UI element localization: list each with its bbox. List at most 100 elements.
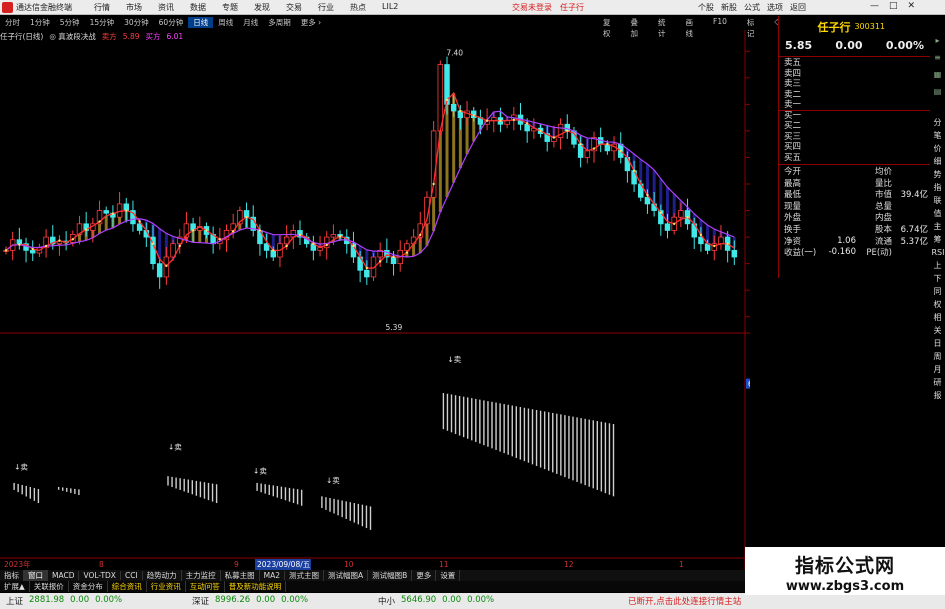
connection-status[interactable]: 已断开,点击此处连接行情主站 bbox=[628, 595, 741, 607]
ext-tab-3[interactable]: 综合资讯 bbox=[108, 581, 147, 592]
menu-news[interactable]: 资讯 bbox=[150, 2, 182, 13]
menu-l2[interactable]: LIL2 bbox=[374, 2, 406, 13]
trade-login-status[interactable]: 交易未登录 任子行 bbox=[512, 2, 584, 13]
menu-discover[interactable]: 发现 bbox=[246, 2, 278, 13]
signal-dot bbox=[205, 229, 208, 232]
indicator-tab-3[interactable]: VOL-TDX bbox=[79, 571, 121, 580]
side-list-icon[interactable]: ≡ bbox=[934, 53, 941, 62]
period-more[interactable]: 更多 › bbox=[296, 17, 326, 28]
buy-value: 6.01 bbox=[166, 31, 184, 41]
vtab-6[interactable]: 联 bbox=[932, 196, 944, 206]
vtab-19[interactable]: 月 bbox=[932, 365, 944, 375]
index-smallcap[interactable]: 中小 5646.90 0.00 0.00% bbox=[378, 595, 608, 607]
indicator-tab-13[interactable]: 设置 bbox=[436, 570, 461, 581]
close-icon[interactable]: ✕ bbox=[908, 1, 916, 11]
indicator-tab-8[interactable]: MA2 bbox=[260, 571, 286, 580]
stat-value: 6.74亿 bbox=[900, 224, 928, 235]
kline-chart[interactable]: 7.405.39 ↓卖↓卖↓卖↓卖↓卖 7.407.207.006.806.60… bbox=[0, 30, 750, 575]
menu-hot[interactable]: 热点 bbox=[342, 2, 374, 13]
vtab-21[interactable]: 报 bbox=[932, 391, 944, 401]
indicator-tab-12[interactable]: 更多 bbox=[412, 570, 437, 581]
link-back[interactable]: 返回 bbox=[790, 2, 806, 13]
indicator-tab-5[interactable]: 趋势动力 bbox=[143, 570, 182, 581]
menu-quotes[interactable]: 行情 bbox=[86, 2, 118, 13]
candle-body bbox=[156, 263, 163, 278]
indicator-name[interactable]: ◎ 真波段决战 bbox=[49, 31, 95, 42]
signal-dot bbox=[405, 251, 409, 254]
vtab-0[interactable]: 分 bbox=[932, 118, 944, 128]
ext-tab-4[interactable]: 行业资讯 bbox=[147, 581, 186, 592]
signal-dot bbox=[298, 233, 302, 237]
index-pct: 0.00% bbox=[95, 595, 123, 605]
link-newstock[interactable]: 新股 bbox=[721, 2, 737, 13]
vtab-3[interactable]: 细 bbox=[932, 157, 944, 167]
vtab-2[interactable]: 价 bbox=[932, 144, 944, 154]
vtab-13[interactable]: 同 bbox=[932, 287, 944, 297]
indicator-tab-6[interactable]: 主力监控 bbox=[182, 570, 221, 581]
menu-trade[interactable]: 交易 bbox=[278, 2, 310, 13]
x-tick-label: 10 bbox=[344, 560, 354, 569]
indicator-tab-2[interactable]: MACD bbox=[48, 571, 80, 580]
vtab-9[interactable]: 筹 bbox=[932, 235, 944, 245]
index-shenzhen[interactable]: 深证 8996.26 0.00 0.00% bbox=[192, 595, 372, 607]
period-toolbar: 分时 1分钟 5分钟 15分钟 30分钟 60分钟 日线 周线 月线 多周期 更… bbox=[0, 16, 806, 38]
ext-tab-6[interactable]: 普及新功能说明 bbox=[225, 581, 287, 592]
side-grid-icon[interactable]: ▦ bbox=[934, 70, 942, 79]
indicator-tab-0[interactable]: 指标 bbox=[0, 570, 24, 581]
vtab-4[interactable]: 势 bbox=[932, 170, 944, 180]
indicator-tab-9[interactable]: 测式主图 bbox=[285, 570, 325, 581]
signal-dot bbox=[726, 242, 729, 245]
period-monthly[interactable]: 月线 bbox=[238, 17, 263, 28]
index-value: 8996.26 bbox=[215, 595, 251, 605]
period-60min[interactable]: 60分钟 bbox=[154, 17, 189, 28]
vtab-18[interactable]: 周 bbox=[932, 352, 944, 362]
period-minute[interactable]: 分时 bbox=[0, 17, 25, 28]
vtab-11[interactable]: 上 bbox=[932, 261, 944, 271]
stat-label: 今开 bbox=[784, 167, 802, 177]
period-30min[interactable]: 30分钟 bbox=[119, 17, 154, 28]
vtab-8[interactable]: 主 bbox=[932, 222, 944, 232]
minimize-icon[interactable]: — bbox=[870, 1, 879, 11]
index-shanghai[interactable]: 上证 2881.98 0.00 0.00% bbox=[6, 595, 186, 607]
period-daily[interactable]: 日线 bbox=[188, 17, 214, 28]
indicator-tab-1[interactable]: 窗口 bbox=[24, 570, 48, 581]
candle-body bbox=[364, 269, 370, 278]
x-highlight-label: 2023/09/08/五 bbox=[257, 560, 311, 569]
maximize-icon[interactable]: □ bbox=[889, 1, 898, 11]
signal-dot bbox=[338, 235, 342, 238]
vtab-12[interactable]: 下 bbox=[932, 274, 944, 284]
menu-market[interactable]: 市场 bbox=[118, 2, 150, 13]
vtab-17[interactable]: 日 bbox=[932, 339, 944, 349]
vtab-10[interactable]: RSI bbox=[932, 248, 945, 258]
ext-tab-0[interactable]: 扩展▲ bbox=[0, 581, 30, 592]
vtab-14[interactable]: 权 bbox=[932, 300, 944, 310]
period-5min[interactable]: 5分钟 bbox=[55, 17, 85, 28]
signal-dot bbox=[44, 244, 48, 248]
vtab-7[interactable]: 值 bbox=[932, 209, 944, 219]
side-arrow-icon[interactable]: ▸ bbox=[935, 36, 939, 45]
ext-tab-2[interactable]: 资金分布 bbox=[69, 581, 108, 592]
period-multi[interactable]: 多周期 bbox=[263, 17, 296, 28]
vtab-16[interactable]: 关 bbox=[932, 326, 944, 336]
vtab-5[interactable]: 指 bbox=[932, 183, 944, 193]
side-chart-icon[interactable]: ▤ bbox=[934, 87, 942, 96]
signal-dot bbox=[686, 215, 689, 219]
indicator-tab-11[interactable]: 测试幅图B bbox=[368, 570, 413, 581]
menu-topic[interactable]: 专题 bbox=[214, 2, 246, 13]
menu-data[interactable]: 数据 bbox=[182, 2, 214, 13]
period-15min[interactable]: 15分钟 bbox=[85, 17, 120, 28]
menu-industry[interactable]: 行业 bbox=[310, 2, 342, 13]
indicator-tab-4[interactable]: CCI bbox=[121, 571, 143, 580]
vtab-20[interactable]: 研 bbox=[932, 378, 944, 388]
ext-tab-5[interactable]: 互动问答 bbox=[186, 581, 225, 592]
indicator-tab-10[interactable]: 测试幅图A bbox=[324, 570, 369, 581]
indicator-tab-7[interactable]: 私募主图 bbox=[221, 570, 260, 581]
period-1min[interactable]: 1分钟 bbox=[25, 17, 55, 28]
link-stock[interactable]: 个股 bbox=[698, 2, 714, 13]
link-options[interactable]: 选项 bbox=[767, 2, 783, 13]
vtab-1[interactable]: 笔 bbox=[932, 131, 944, 141]
ext-tab-1[interactable]: 关联报价 bbox=[30, 581, 69, 592]
vtab-15[interactable]: 相 bbox=[932, 313, 944, 323]
link-formula[interactable]: 公式 bbox=[744, 2, 760, 13]
period-weekly[interactable]: 周线 bbox=[213, 17, 238, 28]
